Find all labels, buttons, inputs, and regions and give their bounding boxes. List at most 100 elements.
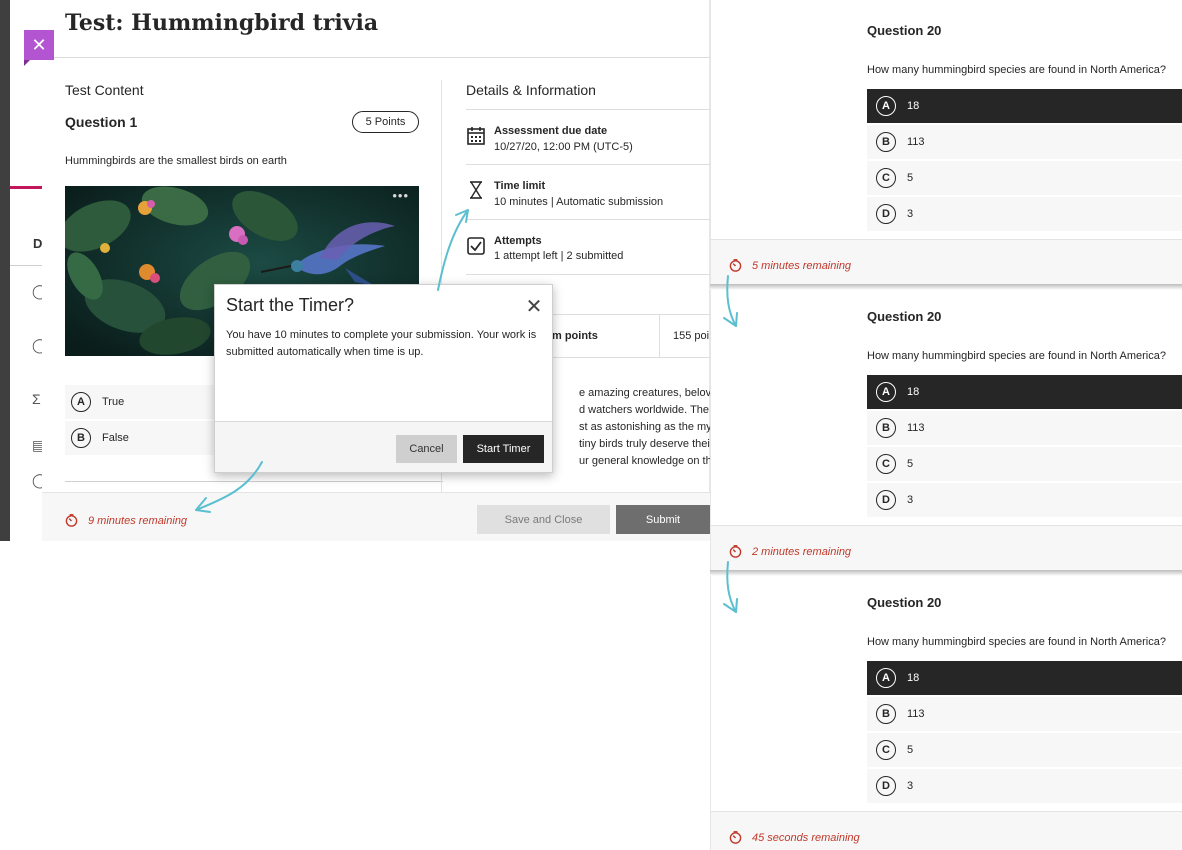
description-line: st as astonishing as the myths, (579, 421, 710, 433)
points-row-value: 155 poi (673, 330, 710, 342)
question-text: How many hummingbird species are found i… (867, 350, 1166, 362)
background-strip (0, 0, 10, 541)
answer-letter-circle: A (876, 668, 896, 688)
answer-letter-circle: C (876, 168, 896, 188)
answer-option[interactable]: D 3 (867, 769, 1182, 803)
close-panel-button[interactable]: ✕ (24, 30, 54, 60)
details-divider (466, 274, 710, 275)
hourglass-icon (470, 181, 482, 199)
answer-label: 18 (907, 672, 920, 684)
answer-label: 5 (907, 172, 914, 184)
question-panel-1: Question 20 How many hummingbird species… (710, 0, 1182, 284)
answer-label: 113 (907, 708, 925, 720)
question-title: Question 20 (867, 595, 942, 610)
answer-letter-circle: D (876, 204, 896, 224)
answer-label: 113 (907, 422, 925, 434)
due-date-heading: Assessment due date (494, 125, 608, 137)
question-title: Question 20 (867, 23, 942, 38)
points-row: m points 155 poi (542, 314, 710, 358)
calendar-icon (467, 127, 485, 145)
description-line: tiny birds truly deserve their sup (579, 438, 710, 450)
question-panel-2: Question 20 How many hummingbird species… (710, 290, 1182, 570)
description-line: ur general knowledge on them: (579, 455, 710, 467)
points-badge: 5 Points (352, 111, 419, 133)
timer-icon (65, 514, 78, 527)
attempts-value: 1 attempt left | 2 submitted (494, 250, 624, 262)
points-row-label: m points (542, 315, 660, 357)
timer-text: 45 seconds remaining (752, 831, 860, 844)
answer-label: 18 (907, 100, 920, 112)
details-divider (466, 109, 710, 110)
time-limit-value: 10 minutes | Automatic submission (494, 196, 664, 208)
answer-letter-circle: A (876, 96, 896, 116)
details-divider (466, 164, 710, 165)
answer-option[interactable]: B 113 (867, 411, 1182, 445)
answer-label: False (102, 432, 129, 444)
details-divider (466, 219, 710, 220)
timer-text: 5 minutes remaining (752, 259, 852, 272)
answer-letter-circle: C (876, 740, 896, 760)
answer-option-selected[interactable]: A 18 (867, 375, 1182, 409)
save-and-close-button[interactable]: Save and Close (477, 505, 610, 534)
answer-label: 3 (907, 780, 914, 792)
answer-letter-circle: D (876, 490, 896, 510)
answer-option[interactable]: C 5 (867, 733, 1182, 767)
timer-text: 2 minutes remaining (752, 545, 852, 558)
timer-icon (729, 545, 742, 558)
dialog-title: Start the Timer? (226, 295, 355, 315)
time-limit-heading: Time limit (494, 180, 546, 192)
question-title: Question 20 (867, 309, 942, 324)
details-title: Details & Information (466, 82, 596, 98)
dialog-close-icon[interactable]: ✕ (523, 295, 545, 318)
background-app: D ◯ ◯ Σ ▤ ◯ (0, 0, 48, 541)
answer-letter-circle: B (876, 704, 896, 724)
sigma-icon[interactable]: Σ (32, 391, 41, 407)
answer-letter-circle: B (71, 428, 91, 448)
question-text: Hummingbirds are the smallest birds on e… (65, 155, 287, 167)
question-text: How many hummingbird species are found i… (867, 636, 1166, 648)
answer-label: 3 (907, 494, 914, 506)
test-description: e amazing creatures, beloved by d watche… (579, 385, 710, 470)
close-icon: ✕ (31, 34, 47, 55)
description-line: e amazing creatures, beloved by (579, 387, 710, 399)
answer-label: True (102, 396, 125, 408)
timer-text: 9 minutes remaining (88, 514, 188, 527)
answer-label: 18 (907, 386, 920, 398)
start-timer-button[interactable]: Start Timer (463, 435, 544, 463)
answer-option[interactable]: D 3 (867, 197, 1182, 231)
timer-icon (729, 831, 742, 844)
answer-letter-circle: A (876, 382, 896, 402)
page-title: Test: Hummingbird trivia (65, 10, 379, 36)
due-date-value: 10/27/20, 12:00 PM (UTC-5) (494, 141, 633, 153)
answer-letter-circle: D (876, 776, 896, 796)
background-accent-line (10, 186, 42, 189)
answer-option[interactable]: B 113 (867, 125, 1182, 159)
answer-option-selected[interactable]: A 18 (867, 89, 1182, 123)
content-divider (65, 481, 443, 482)
answer-option-selected[interactable]: A 18 (867, 661, 1182, 695)
answer-label: 113 (907, 136, 925, 148)
answer-letter-circle: C (876, 454, 896, 474)
cancel-button[interactable]: Cancel (396, 435, 457, 463)
answer-option[interactable]: C 5 (867, 447, 1182, 481)
test-content-label: Test Content (65, 82, 144, 98)
dialog-body: You have 10 minutes to complete your sub… (226, 329, 537, 358)
answer-option[interactable]: D 3 (867, 483, 1182, 517)
start-timer-dialog: Start the Timer? ✕ You have 10 minutes t… (214, 284, 553, 473)
checkbox-icon (467, 237, 485, 255)
stage: D ◯ ◯ Σ ▤ ◯ Test: Hummingbird trivia Tes… (0, 0, 1182, 850)
question-panel-3: Question 20 How many hummingbird species… (710, 576, 1182, 850)
answer-option[interactable]: C 5 (867, 161, 1182, 195)
timer-status: 9 minutes remaining (65, 514, 187, 527)
answer-letter-circle: B (876, 418, 896, 438)
answer-letter-circle: B (876, 132, 896, 152)
submit-button[interactable]: Submit (616, 505, 710, 534)
answer-option[interactable]: B 113 (867, 697, 1182, 731)
question-text: How many hummingbird species are found i… (867, 64, 1166, 76)
timer-status: 5 minutes remaining (729, 259, 851, 272)
image-more-icon[interactable]: ••• (392, 188, 409, 203)
timer-status: 2 minutes remaining (729, 545, 851, 558)
attempts-heading: Attempts (494, 235, 542, 247)
background-panel (10, 0, 42, 541)
sidebar-letter: D (33, 236, 43, 251)
